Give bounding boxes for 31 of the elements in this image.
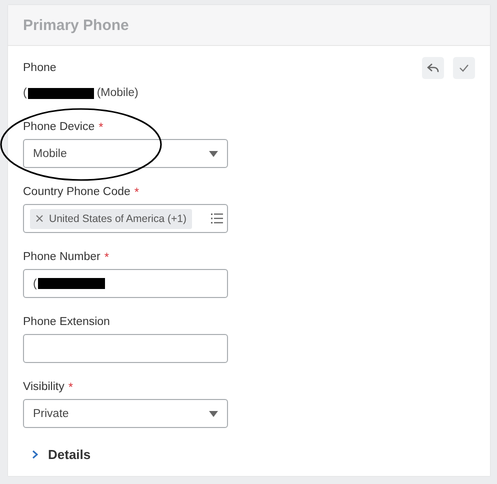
dropdown-field[interactable]: Mobile <box>23 139 228 168</box>
card-title: Primary Phone <box>23 16 129 34</box>
selected-token[interactable]: United States of America (+1) <box>30 208 192 228</box>
confirm-button[interactable] <box>453 57 475 79</box>
dropdown-arrow-icon <box>209 150 218 156</box>
field-label: Phone <box>23 62 56 74</box>
phone-prefix: ( <box>23 87 27 99</box>
phone-type: (Mobile) <box>96 87 138 99</box>
multiselect-field[interactable]: United States of America (+1) <box>23 204 228 233</box>
undo-button[interactable] <box>422 57 444 79</box>
required-marker: * <box>134 185 140 199</box>
field-label: Phone Device <box>23 121 95 133</box>
required-marker: * <box>68 380 73 394</box>
field-label: Phone Extension <box>23 316 110 328</box>
field-label: Phone Number <box>23 251 100 263</box>
field-label: Country Phone Code <box>23 186 130 198</box>
required-marker: * <box>104 250 110 264</box>
input-field[interactable] <box>23 334 228 363</box>
checkmark-icon <box>459 64 469 72</box>
input-field[interactable]: ( <box>23 269 228 298</box>
selected-value: Private <box>33 408 69 420</box>
chevron-right-icon[interactable] <box>32 450 38 458</box>
selected-value: Mobile <box>33 148 67 160</box>
remove-icon[interactable] <box>36 215 43 222</box>
undo-icon <box>427 63 439 73</box>
details-toggle[interactable]: Details <box>48 446 91 462</box>
dropdown-field[interactable]: Private <box>23 399 228 428</box>
list-icon[interactable] <box>211 213 223 224</box>
field-label: Visibility <box>23 381 64 393</box>
dropdown-arrow-icon <box>209 410 218 416</box>
required-marker: * <box>98 120 104 134</box>
